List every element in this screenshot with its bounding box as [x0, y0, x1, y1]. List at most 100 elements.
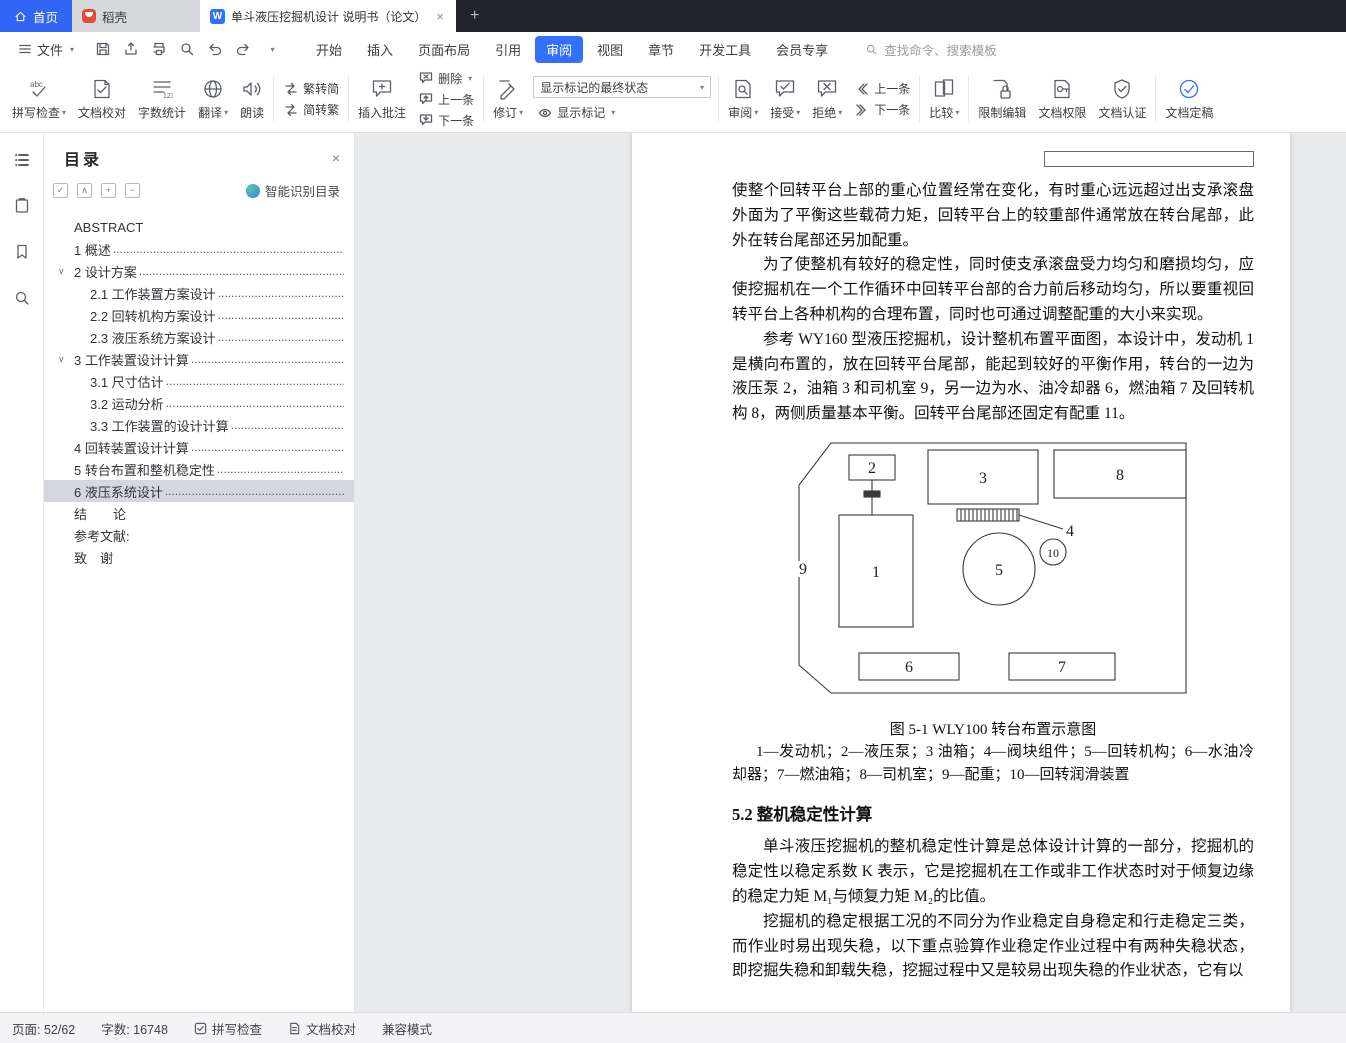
next-change-button[interactable]: 下一条 — [850, 100, 914, 119]
trad-to-simp-button[interactable]: 繁转简 — [279, 79, 343, 98]
read-aloud-button[interactable]: 朗读 — [234, 73, 270, 125]
spell-check-status[interactable]: 拼写检查 — [194, 1019, 262, 1038]
tab-view[interactable]: 视图 — [586, 36, 634, 63]
command-search[interactable]: 查找命令、搜索模板 — [865, 40, 997, 59]
wps-writer-icon: W — [210, 8, 225, 24]
ribbon-separator — [483, 76, 485, 122]
markup-state-select[interactable]: 显示标记的最终状态 ▾ — [533, 76, 712, 98]
toc-item-2-2[interactable]: 2.2 回转机构方案设计 — [44, 304, 354, 326]
undo-button[interactable] — [202, 37, 227, 61]
docer-tab[interactable]: 稻壳 — [72, 0, 200, 32]
tab-references[interactable]: 引用 — [484, 36, 532, 63]
bookmark-panel-button[interactable] — [9, 239, 35, 265]
simp-to-trad-button[interactable]: 简转繁 — [279, 100, 343, 119]
table-fragment — [1044, 151, 1254, 167]
toc-item-2[interactable]: ∨ 2 设计方案 — [44, 260, 354, 282]
toc-item-3-1[interactable]: 3.1 尺寸估计 — [44, 370, 354, 392]
doc-permission-button[interactable]: 文档权限 — [1032, 73, 1092, 125]
document-page[interactable]: 使整个回转平台上部的重心位置经常在变化，有时重心远远超过出支承滚盘外面为了平衡这… — [632, 133, 1290, 1012]
translate-button[interactable]: 翻译 ▾ — [192, 73, 234, 125]
toc-item-4[interactable]: 4 回转装置设计计算 — [44, 436, 354, 458]
accept-icon — [774, 77, 796, 101]
word-count-icon: 123 — [151, 77, 173, 101]
toc-panel-toggle-button[interactable] — [9, 147, 35, 173]
document-tab[interactable]: W 单斗液压挖掘机设计 说明书（论文） × — [200, 0, 456, 32]
previous-change-button[interactable]: 上一条 — [850, 79, 914, 98]
chevron-down-icon[interactable]: ∨ — [58, 354, 74, 365]
tab-review[interactable]: 审阅 — [535, 35, 584, 63]
page-indicator[interactable]: 页面: 52/62 — [12, 1019, 75, 1038]
clipboard-icon — [15, 198, 28, 213]
figure-caption: 图 5-1 WLY100 转台布置示意图 — [889, 721, 1097, 738]
toc-item-conclusion[interactable]: 结 论 — [44, 502, 354, 524]
export-button[interactable] — [118, 37, 143, 61]
toc-item-abstract[interactable]: ABSTRACT — [44, 216, 354, 238]
toc-collapse-all-button[interactable]: − — [125, 183, 140, 198]
print-preview-button[interactable] — [174, 37, 199, 61]
toc-item-references[interactable]: 参考文献: — [44, 524, 354, 546]
find-panel-button[interactable] — [9, 285, 35, 311]
reject-button[interactable]: 拒绝 ▾ — [806, 73, 848, 125]
toc-select-all-button[interactable]: ✓ — [53, 183, 68, 198]
show-markup-button[interactable]: 显示标记 ▾ — [533, 103, 711, 122]
tab-section[interactable]: 章节 — [637, 36, 685, 63]
previous-comment-button[interactable]: 上一条 — [414, 90, 478, 109]
chevron-down-icon[interactable]: ∨ — [58, 266, 74, 277]
doc-auth-icon — [1111, 77, 1133, 101]
home-tab[interactable]: 首页 — [0, 0, 72, 32]
svg-text:3: 3 — [979, 470, 987, 487]
review-button[interactable]: 审阅 ▾ — [722, 73, 764, 125]
track-changes-button[interactable]: 修订 ▾ — [487, 73, 529, 125]
toc-item-5[interactable]: 5 转台布置和整机稳定性 — [44, 458, 354, 480]
quick-access-more-button[interactable]: ▾ — [260, 37, 285, 61]
word-count-indicator[interactable]: 字数: 16748 — [101, 1019, 168, 1038]
delete-comment-button[interactable]: 删除 ▾ — [414, 69, 478, 88]
tab-start[interactable]: 开始 — [305, 36, 353, 63]
print-button[interactable] — [146, 37, 171, 61]
styles-panel-button[interactable] — [9, 193, 35, 219]
toc-item-1[interactable]: 1 概述 — [44, 238, 354, 260]
compare-button[interactable]: 比较 ▾ — [923, 73, 965, 125]
doc-finalize-button[interactable]: 文档定稿 — [1159, 73, 1219, 125]
word-count-button[interactable]: 123 字数统计 — [132, 73, 192, 125]
toc-item-2-3[interactable]: 2.3 液压系统方案设计 — [44, 326, 354, 348]
close-icon[interactable]: × — [332, 150, 340, 166]
new-tab-button[interactable]: + — [456, 0, 493, 32]
tab-member[interactable]: 会员专享 — [765, 36, 839, 63]
docer-tab-label: 稻壳 — [102, 10, 128, 25]
close-document-icon[interactable]: × — [434, 9, 446, 24]
toc-panel-title: 目录 — [64, 152, 103, 169]
insert-comment-icon — [371, 77, 393, 101]
file-menu-button[interactable]: 文件 ▾ — [10, 36, 82, 62]
insert-comment-button[interactable]: 插入批注 — [352, 73, 412, 125]
doc-proof-status[interactable]: 文档校对 — [288, 1019, 356, 1038]
restrict-edit-button[interactable]: 限制编辑 — [972, 73, 1032, 125]
save-button[interactable] — [90, 37, 115, 61]
toc-item-3-3[interactable]: 3.3 工作装置的设计计算 — [44, 414, 354, 436]
toc-item-acknowledgement[interactable]: 致 谢 — [44, 546, 354, 568]
toc-item-3-2[interactable]: 3.2 运动分析 — [44, 392, 354, 414]
chevron-down-icon: ▾ — [224, 108, 229, 117]
spell-check-button[interactable]: abc 拼写检查 ▾ — [6, 73, 72, 125]
toc-expand-all-button[interactable]: + — [101, 183, 116, 198]
chevron-down-icon: ▾ — [70, 44, 75, 54]
ribbon-separator — [919, 76, 921, 122]
toc-item-3[interactable]: ∨ 3 工作装置设计计算 — [44, 348, 354, 370]
next-comment-button[interactable]: 下一条 — [414, 111, 478, 130]
smart-recognize-toc-button[interactable]: 智能识别目录 — [245, 181, 340, 200]
accept-button[interactable]: 接受 ▾ — [764, 73, 806, 125]
toc-item-6-selected[interactable]: 6 液压系统设计 — [44, 480, 354, 502]
toc-item-2-1[interactable]: 2.1 工作装置方案设计 — [44, 282, 354, 304]
bookmark-icon — [16, 244, 27, 259]
compare-icon — [933, 77, 955, 101]
redo-button[interactable] — [230, 37, 255, 61]
svg-text:10: 10 — [1047, 546, 1059, 560]
paragraph: 挖掘机的稳定根据工况的不同分为作业稳定自身稳定和行走稳定三类，而作业时易出现失稳… — [732, 912, 1254, 980]
toc-collapse-button[interactable]: ∧ — [77, 183, 92, 198]
doc-proof-button[interactable]: 文档校对 — [72, 73, 132, 125]
tab-page-layout[interactable]: 页面布局 — [407, 36, 481, 63]
svg-text:6: 6 — [905, 659, 913, 676]
doc-auth-button[interactable]: 文档认证 — [1092, 73, 1152, 125]
tab-insert[interactable]: 插入 — [356, 36, 404, 63]
tab-dev-tools[interactable]: 开发工具 — [688, 36, 762, 63]
